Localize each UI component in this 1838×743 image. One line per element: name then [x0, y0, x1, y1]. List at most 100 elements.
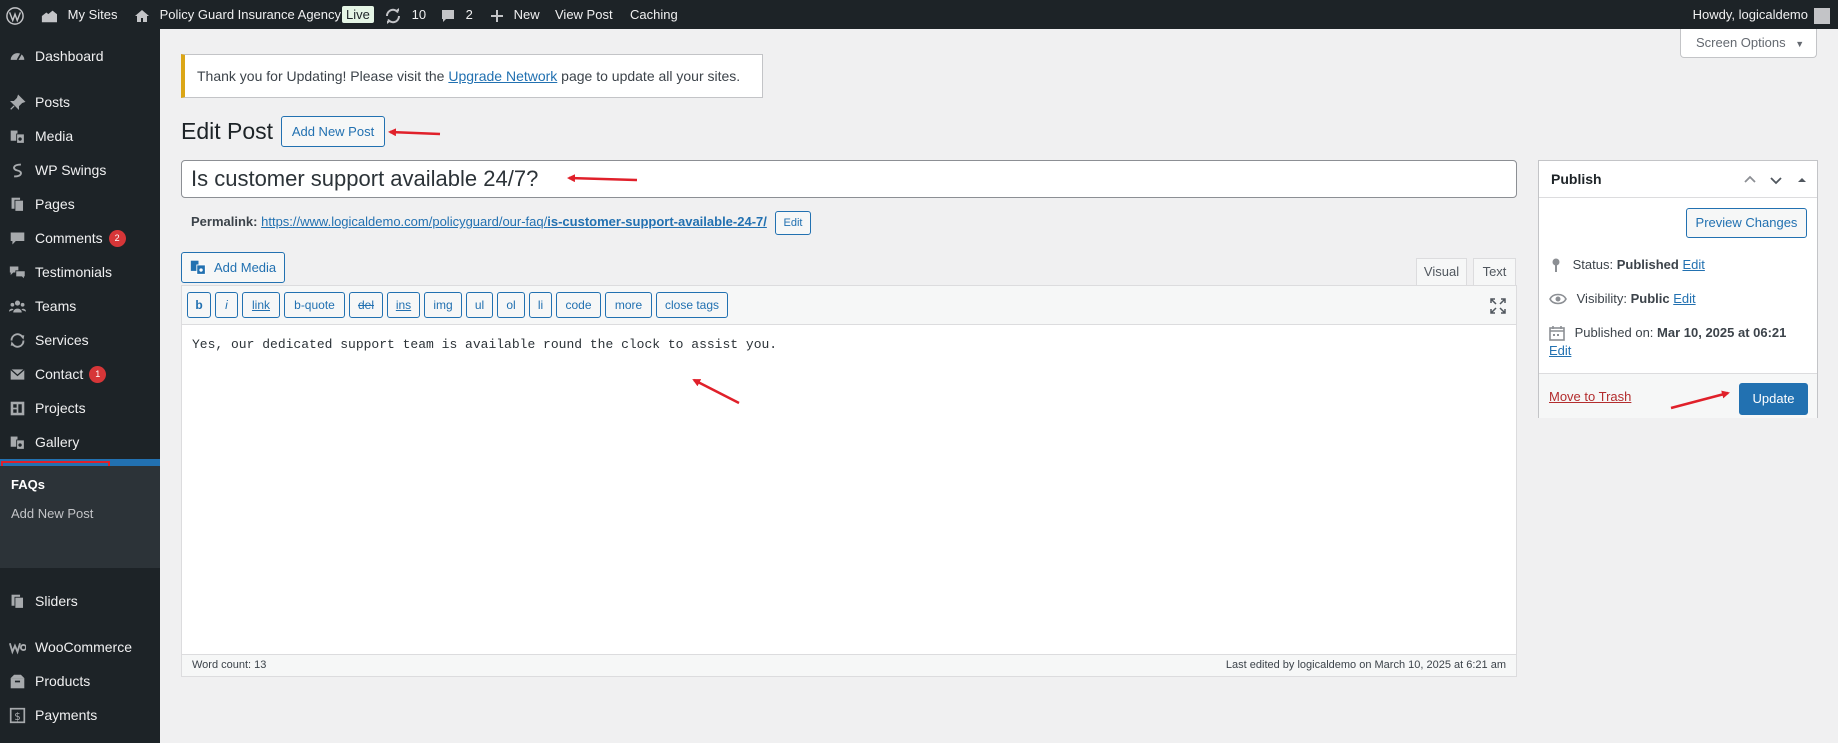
sidebar-item-media[interactable]: Media [0, 119, 160, 153]
permalink-link[interactable]: https://www.logicaldemo.com/policyguard/… [261, 214, 767, 229]
sidebar-item-services[interactable]: Services [0, 323, 160, 357]
sidebar-item-woocommerce[interactable]: WooCommerce [0, 630, 160, 664]
comments-count-badge: 2 [108, 229, 126, 247]
submenu-item-add-new-post[interactable]: Add New Post [11, 506, 93, 521]
qt-img-button[interactable]: img [424, 292, 462, 318]
qt-more-button[interactable]: more [605, 292, 652, 318]
swings-icon [13, 163, 22, 178]
new-label: New [513, 7, 540, 22]
sidebar-item-label: WooCommerce [35, 639, 132, 655]
svg-text:$: $ [14, 712, 20, 723]
add-media-label: Add Media [214, 260, 277, 275]
add-media-button[interactable]: Add Media [181, 252, 285, 283]
qt-close-tags-button[interactable]: close tags [656, 292, 728, 318]
notice-text-before: Thank you for Updating! Please visit the [197, 68, 449, 84]
chevron-down-icon[interactable] [1769, 173, 1783, 187]
post-content-textarea[interactable]: Yes, our dedicated support team is avail… [192, 337, 777, 352]
screen-options-toggle[interactable]: Screen Options ▼ [1680, 29, 1817, 58]
updates-icon [385, 7, 401, 24]
tab-text[interactable]: Text [1473, 258, 1516, 286]
add-new-post-button[interactable]: Add New Post [281, 116, 385, 147]
qt-ins-button[interactable]: ins [387, 292, 420, 318]
faqs-submenu: FAQs Add New Post [0, 466, 160, 568]
woocommerce-icon [9, 642, 26, 655]
media-icon [190, 260, 206, 275]
sidebar-item-label: Payments [35, 707, 98, 723]
qt-link-button[interactable]: link [242, 292, 280, 318]
permalink-label: Permalink: [191, 214, 258, 229]
move-to-trash-link[interactable]: Move to Trash [1549, 389, 1631, 404]
submenu-item-faqs[interactable]: FAQs [11, 477, 45, 492]
wordpress-logo-icon[interactable] [6, 0, 24, 29]
edit-visibility-link[interactable]: Edit [1673, 291, 1695, 306]
qt-code-button[interactable]: code [556, 292, 601, 318]
pin-icon [1552, 258, 1560, 272]
sidebar-item-teams[interactable]: Teams [0, 289, 160, 323]
new-content-menu[interactable]: New [490, 0, 540, 29]
sidebar-item-comments[interactable]: Comments 2 [0, 221, 160, 255]
qt-ul-button[interactable]: ul [466, 292, 493, 318]
sidebar-item-label: Services [35, 332, 89, 348]
last-edited-info: Last edited by logicaldemo on March 10, … [1225, 659, 1506, 671]
edit-status-link[interactable]: Edit [1682, 257, 1704, 272]
plus-icon [491, 9, 503, 22]
edit-date-link[interactable]: Edit [1549, 343, 1571, 358]
edit-permalink-button[interactable]: Edit [774, 210, 812, 235]
view-post-link[interactable]: View Post [555, 0, 613, 29]
update-button[interactable]: Update [1739, 383, 1808, 415]
sidebar-item-contact[interactable]: Contact 1 [0, 357, 160, 391]
updates-menu[interactable]: 10 [384, 0, 426, 29]
calendar-icon [1549, 325, 1565, 341]
live-status-badge: Live [342, 0, 374, 29]
account-menu[interactable]: Howdy, logicaldemo [1693, 0, 1830, 29]
publish-actions: Move to Trash Update [1539, 373, 1817, 418]
site-name-menu[interactable]: Policy Guard Insurance Agency [134, 0, 341, 29]
visibility-row: Visibility: Public Edit [1549, 291, 1696, 307]
qt-ol-button[interactable]: ol [497, 292, 525, 318]
word-count: Word count: 13 [192, 659, 267, 671]
sidebar-item-projects[interactable]: Projects [0, 391, 160, 425]
caret-down-icon: ▼ [1795, 39, 1805, 49]
pages-icon [11, 197, 24, 212]
permalink-row: Permalink: https://www.logicaldemo.com/p… [191, 210, 812, 235]
qt-del-button[interactable]: del [349, 292, 383, 318]
published-date-row: Published on: Mar 10, 2025 at 06:21 [1549, 325, 1786, 342]
sidebar-item-posts[interactable]: Posts [0, 85, 160, 119]
sidebar-item-analytics[interactable]: Analytics [0, 732, 160, 743]
sidebar-item-gallery[interactable]: Gallery [0, 425, 160, 459]
sidebar-item-testimonials[interactable]: Testimonials [0, 255, 160, 289]
sidebar-item-dashboard[interactable]: Dashboard [0, 39, 160, 73]
sidebar-item-products[interactable]: Products [0, 664, 160, 698]
products-icon [10, 674, 25, 689]
sidebar-item-pages[interactable]: Pages [0, 187, 160, 221]
home-icon [135, 9, 149, 22]
visibility-label: Visibility: [1576, 291, 1627, 306]
sidebar-item-sliders[interactable]: Sliders [0, 584, 160, 618]
collapse-toggle-icon[interactable] [1795, 173, 1809, 187]
qt-bold-button[interactable]: b [187, 292, 211, 318]
comments-menu[interactable]: 2 [440, 0, 473, 29]
post-title-input[interactable]: Is customer support available 24/7? [181, 160, 1517, 198]
caching-menu[interactable]: Caching [630, 0, 678, 29]
media-icon [10, 130, 25, 144]
my-sites-menu[interactable]: My Sites [40, 0, 117, 29]
main-content: Screen Options ▼ Thank you for Updating!… [160, 29, 1838, 743]
gallery-icon [10, 436, 25, 450]
services-icon [10, 333, 25, 348]
qt-italic-button[interactable]: i [215, 292, 238, 318]
qt-bquote-button[interactable]: b-quote [284, 292, 345, 318]
howdy-label: Howdy, logicaldemo [1692, 7, 1808, 22]
chevron-up-icon[interactable] [1743, 173, 1757, 187]
pin-icon [10, 94, 26, 110]
qt-li-button[interactable]: li [529, 292, 552, 318]
upgrade-network-link[interactable]: Upgrade Network [448, 68, 557, 84]
fullscreen-icon[interactable] [1490, 298, 1506, 314]
sidebar-item-payments[interactable]: $ Payments [0, 698, 160, 732]
eye-icon [1549, 293, 1567, 304]
my-sites-icon [41, 10, 57, 22]
preview-changes-button[interactable]: Preview Changes [1686, 208, 1807, 238]
sidebar-item-label: Pages [35, 196, 75, 212]
sidebar-item-wp-swings[interactable]: WP Swings [0, 153, 160, 187]
update-notice: Thank you for Updating! Please visit the… [181, 54, 763, 98]
tab-visual[interactable]: Visual [1416, 258, 1467, 286]
